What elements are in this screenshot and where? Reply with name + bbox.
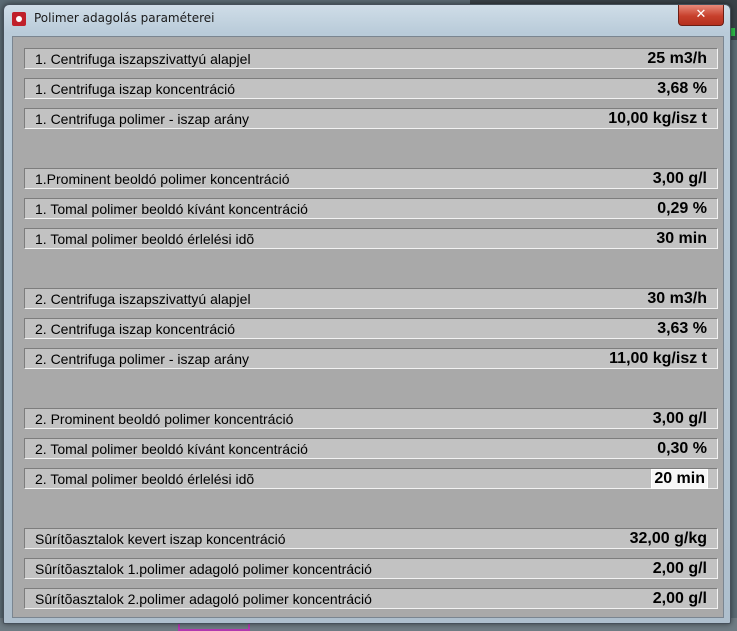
title-bar[interactable]: Polimer adagolás paraméterei ✕ [4, 5, 730, 33]
parameter-row[interactable]: 1. Centrifuga iszapszivattyú alapjel 25 … [24, 48, 718, 69]
parameter-value[interactable]: 11,00 kg/isz t [609, 350, 707, 368]
parameter-value[interactable]: 0,29 % [657, 200, 707, 218]
parameter-value[interactable]: 30 m3/h [647, 290, 707, 308]
parameter-label: 2. Centrifuga iszapszivattyú alapjel [35, 291, 251, 307]
parameters-panel: 1. Centrifuga iszapszivattyú alapjel 25 … [12, 36, 724, 618]
close-icon: ✕ [695, 7, 707, 22]
parameter-row[interactable]: 2. Centrifuga iszap koncentráció 3,63 % [24, 318, 718, 339]
parameter-label: 1. Tomal polimer beoldó érlelési idõ [35, 231, 255, 247]
parameter-row[interactable]: 2. Centrifuga polimer - iszap arány 11,0… [24, 348, 718, 369]
parameter-row[interactable]: Sûrítõasztalok kevert iszap koncentráció… [24, 528, 718, 549]
parameter-label: 1.Prominent beoldó polimer koncentráció [35, 171, 290, 187]
parameter-row[interactable]: Sûrítõasztalok 2.polimer adagoló polimer… [24, 588, 718, 609]
parameter-row[interactable]: 1. Centrifuga polimer - iszap arány 10,0… [24, 108, 718, 129]
parameter-row[interactable]: 2. Prominent beoldó polimer koncentráció… [24, 408, 718, 429]
parameter-label: 2. Tomal polimer beoldó kívánt koncentrá… [35, 441, 308, 457]
parameter-label: 1. Centrifuga polimer - iszap arány [35, 111, 249, 127]
parameter-value[interactable]: 2,00 g/l [653, 560, 707, 578]
parameter-value[interactable]: 2,00 g/l [653, 590, 707, 608]
parameter-row[interactable]: 2. Centrifuga iszapszivattyú alapjel 30 … [24, 288, 718, 309]
parameter-row[interactable]: 1. Centrifuga iszap koncentráció 3,68 % [24, 78, 718, 99]
parameter-value-selected[interactable]: 20 min [651, 469, 708, 489]
parameter-value[interactable]: 3,00 g/l [653, 170, 707, 188]
app-icon [12, 12, 26, 26]
window-title: Polimer adagolás paraméterei [34, 11, 215, 25]
parameter-row[interactable]: 1.Prominent beoldó polimer koncentráció … [24, 168, 718, 189]
parameter-row[interactable]: 2. Tomal polimer beoldó érlelési idõ 20 … [24, 468, 718, 489]
parameter-label: 2. Tomal polimer beoldó érlelési idõ [35, 471, 255, 487]
parameter-label: 1. Centrifuga iszap koncentráció [35, 81, 235, 97]
parameter-label: 1. Centrifuga iszapszivattyú alapjel [35, 51, 251, 67]
parameter-value[interactable]: 25 m3/h [647, 50, 707, 68]
parameter-label: Sûrítõasztalok 2.polimer adagoló polimer… [35, 591, 372, 607]
parameter-value[interactable]: 0,30 % [657, 440, 707, 458]
parameter-value[interactable]: 3,63 % [657, 320, 707, 338]
dialog-window: Polimer adagolás paraméterei ✕ 1. Centri… [3, 4, 731, 624]
parameter-value[interactable]: 32,00 g/kg [630, 530, 707, 548]
parameter-label: 2. Centrifuga polimer - iszap arány [35, 351, 249, 367]
parameter-row[interactable]: 2. Tomal polimer beoldó kívánt koncentrá… [24, 438, 718, 459]
parameter-value[interactable]: 3,68 % [657, 80, 707, 98]
parameter-value[interactable]: 10,00 kg/isz t [608, 110, 707, 128]
parameter-value[interactable]: 3,00 g/l [653, 410, 707, 428]
parameter-label: 2. Prominent beoldó polimer koncentráció [35, 411, 294, 427]
parameter-row[interactable]: 1. Tomal polimer beoldó kívánt koncentrá… [24, 198, 718, 219]
parameter-row[interactable]: Sûrítõasztalok 1.polimer adagoló polimer… [24, 558, 718, 579]
parameter-label: Sûrítõasztalok kevert iszap koncentráció [35, 531, 286, 547]
parameter-row[interactable]: 1. Tomal polimer beoldó érlelési idõ 30 … [24, 228, 718, 249]
parameter-value[interactable]: 30 min [656, 230, 707, 248]
parameter-label: Sûrítõasztalok 1.polimer adagoló polimer… [35, 561, 372, 577]
close-button[interactable]: ✕ [678, 5, 724, 26]
parameter-label: 1. Tomal polimer beoldó kívánt koncentrá… [35, 201, 308, 217]
parameter-label: 2. Centrifuga iszap koncentráció [35, 321, 235, 337]
